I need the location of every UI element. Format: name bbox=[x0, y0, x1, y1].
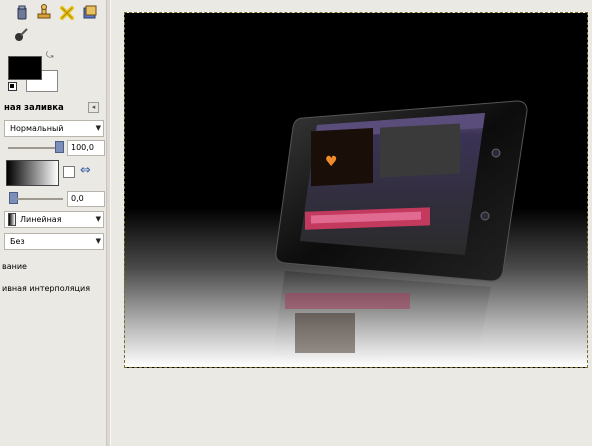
options-menu-icon[interactable]: ◂ bbox=[88, 102, 99, 113]
tool-options-title: ная заливка bbox=[4, 103, 64, 113]
offset-input[interactable]: 0,0 bbox=[67, 191, 105, 207]
adaptive-interpolation-label[interactable]: ивная интерполяция bbox=[2, 284, 90, 293]
toolbox: ⤿ ная заливка ◂ Нормальный ▼ 100,0 ⇔ 0,0… bbox=[0, 0, 106, 446]
offset-slider-track[interactable] bbox=[17, 198, 63, 200]
stamp-icon[interactable] bbox=[36, 4, 52, 20]
chevron-down-icon: ▼ bbox=[95, 215, 101, 223]
chevron-down-icon: ▼ bbox=[95, 124, 101, 132]
reverse-gradient-icon[interactable]: ⇔ bbox=[80, 163, 91, 178]
foreground-color-top[interactable] bbox=[8, 56, 42, 80]
gradient-preview-button[interactable] bbox=[6, 160, 59, 186]
repeat-combo[interactable]: Без ▼ bbox=[4, 233, 104, 250]
mode-value: Нормальный bbox=[10, 124, 64, 133]
heal-icon[interactable] bbox=[59, 5, 75, 21]
opacity-input[interactable]: 100,0 bbox=[67, 140, 105, 156]
chevron-down-icon: ▼ bbox=[95, 237, 101, 245]
repeat-value: Без bbox=[10, 237, 25, 246]
dithering-label[interactable]: вание bbox=[2, 262, 27, 271]
opacity-slider-knob[interactable] bbox=[55, 141, 64, 153]
image-canvas[interactable]: ♥ bbox=[124, 12, 588, 368]
bucket-icon[interactable] bbox=[14, 5, 30, 21]
linear-shape-icon bbox=[8, 213, 16, 226]
tablet-image: ♥ bbox=[271, 100, 528, 367]
shape-value: Линейная bbox=[20, 215, 62, 224]
shape-combo[interactable]: Линейная ▼ bbox=[4, 211, 104, 228]
mode-combo[interactable]: Нормальный ▼ bbox=[4, 120, 104, 137]
default-colors-icon[interactable] bbox=[8, 82, 17, 91]
svg-text:♥: ♥ bbox=[325, 154, 338, 170]
canvas-area: ♥ bbox=[111, 0, 592, 446]
clone-icon[interactable] bbox=[82, 4, 98, 20]
reverse-checkbox[interactable] bbox=[63, 166, 75, 178]
ink-icon[interactable] bbox=[13, 27, 29, 43]
swap-colors-icon[interactable]: ⤿ bbox=[46, 51, 54, 61]
